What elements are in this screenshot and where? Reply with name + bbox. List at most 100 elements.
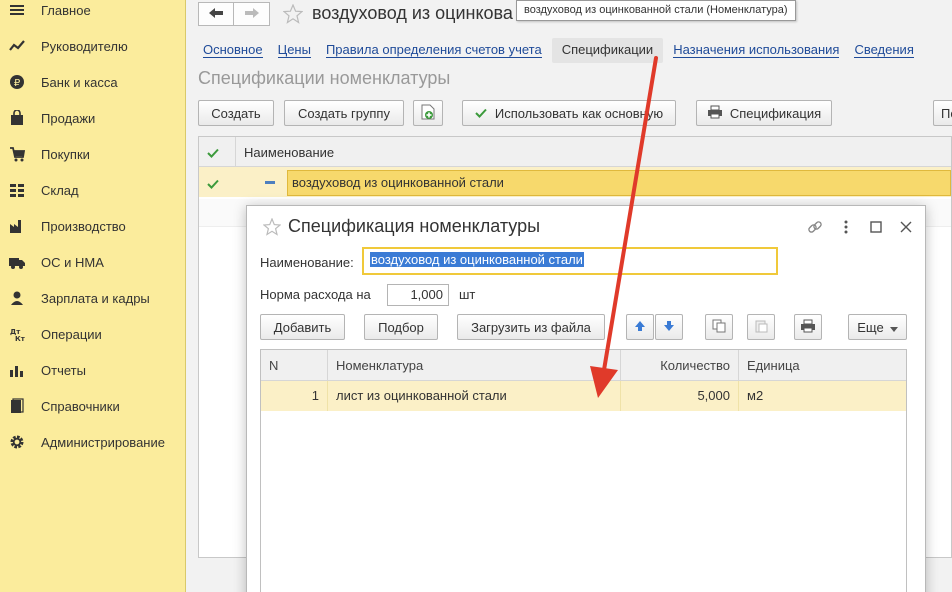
sidebar-item-admin[interactable]: Администрирование xyxy=(0,424,186,460)
create-button[interactable]: Создать xyxy=(198,100,274,126)
add-document-icon xyxy=(421,104,435,123)
sidebar-item-label: Зарплата и кадры xyxy=(41,290,150,306)
forward-button[interactable] xyxy=(234,2,270,26)
name-field-value: воздуховод из оцинкованной стали xyxy=(370,252,584,267)
grid-header-item[interactable]: Номенклатура xyxy=(328,350,621,381)
table-row[interactable]: 1 лист из оцинкованной стали 5,000 м2 xyxy=(261,381,906,411)
factory-icon xyxy=(9,218,25,234)
list-item[interactable]: воздуховод из оцинкованной стали xyxy=(199,167,951,197)
sidebar-item-purchases[interactable]: Покупки xyxy=(0,136,186,172)
svg-text:Кт: Кт xyxy=(15,335,25,342)
add-button[interactable]: Добавить xyxy=(260,314,345,340)
grid-header: N Номенклатура Количество Единица xyxy=(261,350,906,381)
sidebar-item-label: Покупки xyxy=(41,146,90,162)
sidebar-item-label: Главное xyxy=(41,2,91,18)
sidebar-item-label: Справочники xyxy=(41,398,120,414)
copy-button[interactable] xyxy=(705,314,733,340)
books-icon xyxy=(9,398,25,414)
create-group-button[interactable]: Создать группу xyxy=(284,100,404,126)
sidebar-item-production[interactable]: Производство xyxy=(0,208,186,244)
trend-icon xyxy=(9,38,25,54)
tab-account-rules[interactable]: Правила определения счетов учета xyxy=(321,38,547,63)
tab-bar: Основное Цены Правила определения счетов… xyxy=(198,37,924,63)
link-icon[interactable] xyxy=(806,218,824,236)
history-nav xyxy=(198,2,270,26)
norm-quantity-field[interactable]: 1,000 xyxy=(387,284,449,306)
person-icon xyxy=(9,290,25,306)
list-item-selection: воздуховод из оцинкованной стали xyxy=(287,170,951,196)
chevron-down-icon xyxy=(889,320,898,335)
warehouse-grid-icon xyxy=(9,182,25,198)
more-vertical-icon[interactable] xyxy=(837,218,855,236)
row-quantity[interactable]: 5,000 xyxy=(621,381,739,411)
specification-dialog: Спецификация номенклатуры Наименование: … xyxy=(246,205,926,592)
arrow-right-icon xyxy=(244,7,260,22)
norm-unit: шт xyxy=(459,287,476,302)
sidebar-item-sales[interactable]: Продажи xyxy=(0,100,186,136)
tab-main[interactable]: Основное xyxy=(198,38,268,63)
sidebar-item-warehouse[interactable]: Склад xyxy=(0,172,186,208)
item-marker-icon xyxy=(265,181,275,184)
copy-document-button[interactable] xyxy=(413,100,443,126)
use-as-main-label: Использовать как основную xyxy=(494,105,664,121)
tab-prices[interactable]: Цены xyxy=(273,38,316,63)
favorite-star-icon[interactable] xyxy=(282,3,304,24)
grid-header-quantity[interactable]: Количество xyxy=(621,350,739,381)
shopping-bag-icon xyxy=(9,110,25,126)
sidebar-item-manager[interactable]: Руководителю xyxy=(0,28,186,64)
check-column-icon xyxy=(207,146,219,161)
paste-button[interactable] xyxy=(747,314,775,340)
close-icon[interactable] xyxy=(897,218,915,236)
sidebar-item-operations[interactable]: Дт Кт Операции xyxy=(0,316,186,352)
sidebar-item-reports[interactable]: Отчеты xyxy=(0,352,186,388)
print-button[interactable] xyxy=(794,314,822,340)
more-button[interactable]: Еще xyxy=(848,314,907,340)
dt-kt-icon: Дт Кт xyxy=(9,326,25,342)
truck-icon xyxy=(9,254,25,270)
sidebar-item-bank[interactable]: ₽ Банк и касса xyxy=(0,64,186,100)
maximize-icon[interactable] xyxy=(867,218,885,236)
specification-label: Спецификация xyxy=(729,105,822,121)
list-item-name: воздуховод из оцинкованной стали xyxy=(292,175,504,190)
back-button[interactable] xyxy=(198,2,234,26)
sidebar-item-main[interactable]: Главное xyxy=(0,0,186,28)
move-down-button[interactable] xyxy=(655,314,683,340)
tab-usage[interactable]: Назначения использования xyxy=(668,38,844,63)
row-item[interactable]: лист из оцинкованной стали xyxy=(328,381,621,411)
printer-icon xyxy=(707,105,723,122)
name-field[interactable]: воздуховод из оцинкованной стали xyxy=(362,247,778,275)
arrow-up-icon xyxy=(634,320,646,335)
list-header-name: Наименование xyxy=(244,145,335,160)
cart-icon xyxy=(9,146,25,162)
title-tooltip: воздуховод из оцинкованной стали (Номенк… xyxy=(516,0,796,21)
sidebar-item-label: Руководителю xyxy=(41,38,128,54)
grid-header-unit[interactable]: Единица xyxy=(739,350,907,381)
main-check-icon xyxy=(207,177,219,192)
printer-icon xyxy=(800,319,816,336)
use-as-main-button[interactable]: Использовать как основную xyxy=(462,100,676,126)
grid-header-n[interactable]: N xyxy=(261,350,328,381)
load-from-file-button[interactable]: Загрузить из файла xyxy=(457,314,605,340)
gear-icon xyxy=(9,434,25,450)
row-unit[interactable]: м2 xyxy=(739,381,907,411)
tab-specifications[interactable]: Спецификации xyxy=(551,37,664,63)
sidebar-item-label: Банк и касса xyxy=(41,74,118,90)
dialog-title: Спецификация номенклатуры xyxy=(288,216,541,236)
sidebar-item-fixed-assets[interactable]: ОС и НМА xyxy=(0,244,186,280)
sidebar-item-label: Администрирование xyxy=(41,434,165,450)
page-title: воздуховод из оцинкова xyxy=(312,3,513,23)
sidebar-item-label: Склад xyxy=(41,182,79,198)
more-stub-button[interactable]: По xyxy=(933,100,952,126)
sidebar-item-catalogs[interactable]: Справочники xyxy=(0,388,186,424)
print-specification-button[interactable]: Спецификация xyxy=(696,100,832,126)
pick-button[interactable]: Подбор xyxy=(364,314,438,340)
norm-label: Норма расхода на xyxy=(260,287,371,302)
ruble-coin-icon: ₽ xyxy=(9,74,25,90)
move-up-button[interactable] xyxy=(626,314,654,340)
sidebar-item-salary[interactable]: Зарплата и кадры xyxy=(0,280,186,316)
favorite-star-icon[interactable] xyxy=(262,217,282,236)
specification-grid: N Номенклатура Количество Единица 1 лист… xyxy=(260,349,907,592)
arrow-down-icon xyxy=(663,320,675,335)
tab-info[interactable]: Сведения xyxy=(849,38,918,63)
menu-icon xyxy=(9,2,25,18)
